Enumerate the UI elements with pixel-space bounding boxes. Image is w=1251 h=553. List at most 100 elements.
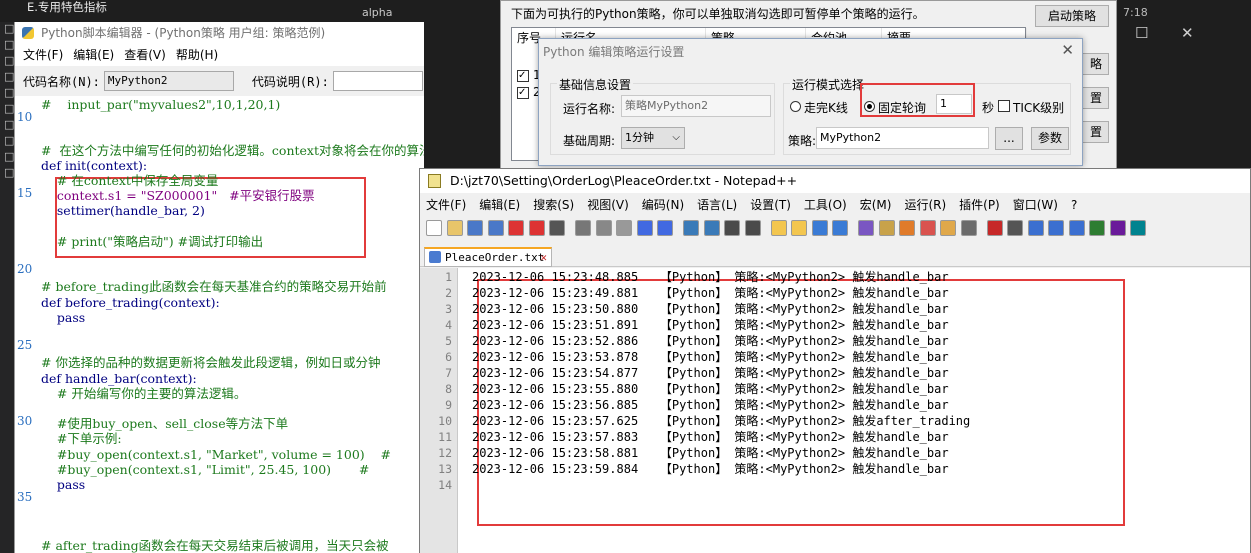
editor-gutter: 10 15 20 25 30 35 [15, 96, 37, 553]
sync-v-icon[interactable] [770, 220, 787, 236]
code-name-input[interactable]: MyPython2 [103, 71, 234, 91]
close-icon[interactable]: ✕ [1181, 24, 1194, 42]
play-icon[interactable] [1027, 220, 1044, 236]
npp-line-number: 9 [445, 398, 452, 412]
copy-icon[interactable] [595, 220, 612, 236]
npp-menu-item[interactable]: 语言(L) [697, 195, 737, 215]
npp-menu-item[interactable]: ? [1071, 195, 1077, 215]
close-icon[interactable] [508, 220, 524, 236]
background-title: E.专用特色指标 [0, 0, 330, 22]
npp-menu-item[interactable]: 工具(O) [804, 195, 847, 215]
close-icon[interactable]: ✕ [1061, 41, 1074, 59]
record-icon[interactable] [986, 220, 1003, 236]
period-select[interactable]: 1分钟 ⌵ [621, 127, 685, 149]
npp-gutter: 1 2 3 4 5 6 7 8 9 10 11 12 13 14 [420, 268, 458, 553]
strip-icon[interactable]: □ [4, 22, 14, 35]
editor-menu-item[interactable]: 查看(V) [124, 44, 166, 66]
params-button[interactable]: 参数 [1031, 127, 1069, 150]
start-strategy-button[interactable]: 启动策略 [1035, 5, 1109, 27]
folder-icon[interactable] [940, 220, 956, 236]
browse-button[interactable]: ... [995, 127, 1023, 150]
zoom-out-icon[interactable] [744, 220, 761, 236]
play-multi-icon[interactable] [1048, 220, 1064, 236]
replace-icon[interactable] [703, 220, 720, 236]
policy-header: 下面为可执行的Python策略，你可以单独取消勾选即可暂停单个策略的运行。 [511, 7, 925, 21]
strip-icon[interactable]: □ [4, 102, 14, 115]
strip-icon[interactable]: □ [4, 86, 14, 99]
sync-h-icon[interactable] [791, 220, 807, 236]
npp-menu-item[interactable]: 窗口(W) [1013, 195, 1058, 215]
monitor-icon[interactable] [960, 220, 977, 236]
radio-kline[interactable] [790, 101, 801, 112]
editor-menu-item[interactable]: 文件(F) [23, 44, 63, 66]
strip-icon[interactable]: □ [4, 38, 14, 51]
strip-icon[interactable]: □ [4, 166, 14, 179]
row-checkbox[interactable]: ✓ [517, 70, 529, 82]
close-tab-icon[interactable]: ✕ [540, 249, 547, 266]
stop-icon[interactable] [1007, 220, 1023, 236]
npp-menu-item[interactable]: 插件(P) [959, 195, 1000, 215]
strategy-input[interactable]: MyPython2 [816, 127, 989, 149]
editor-menu-item[interactable]: 编辑(E) [73, 44, 114, 66]
new-file-icon[interactable] [426, 220, 442, 236]
panel-icon[interactable] [1130, 220, 1146, 236]
npp-line-number: 11 [438, 430, 452, 444]
code-desc-input[interactable] [332, 71, 423, 91]
print-icon[interactable] [549, 220, 565, 236]
code-editor[interactable]: 10 15 20 25 30 35 # input_par("myvalues2",10,… [15, 96, 424, 553]
run-name-input[interactable]: 策略MyPython2 [621, 95, 771, 117]
all-chars-icon[interactable] [832, 220, 848, 236]
npp-menu-item[interactable]: 编辑(E) [479, 195, 520, 215]
wrap-icon[interactable] [811, 220, 828, 236]
npp-menu-item[interactable]: 编码(N) [642, 195, 684, 215]
tab-pleaceorder[interactable]: PleaceOrder.txt ✕ [424, 247, 552, 267]
code-line: def init(context): [41, 157, 148, 173]
spell-icon[interactable] [1089, 220, 1105, 236]
line-number: 15 [17, 186, 33, 200]
npp-title-bar: D:\jzt70\Setting\OrderLog\PleaceOrder.tx… [420, 169, 1250, 193]
strip-icon[interactable]: □ [4, 118, 14, 131]
compare-icon[interactable] [1109, 220, 1126, 236]
strategy-label: 策略: [788, 134, 817, 148]
indent-guide-icon[interactable] [858, 220, 874, 236]
save-icon[interactable] [467, 220, 483, 236]
doc-map-icon[interactable] [899, 220, 915, 236]
lang-icon[interactable] [878, 220, 895, 236]
close-all-icon[interactable] [528, 220, 545, 236]
maximize-icon[interactable]: ☐ [1135, 24, 1148, 42]
strip-icon[interactable]: □ [4, 150, 14, 163]
code-line: #使用buy_open、sell_close等方法下单 [41, 416, 289, 432]
undo-icon[interactable] [636, 220, 653, 236]
save-all-icon[interactable] [487, 220, 504, 236]
strip-icon[interactable]: □ [4, 54, 14, 67]
redo-icon[interactable] [657, 220, 673, 236]
npp-line-number: 2 [445, 286, 452, 300]
npp-menubar: 文件(F) 编辑(E) 搜索(S) 视图(V) 编码(N) 语言(L) 设置(T) 工具(O)… [420, 195, 1090, 215]
row-checkbox[interactable]: ✓ [517, 87, 529, 99]
paste-icon[interactable] [616, 220, 632, 236]
cut-icon[interactable] [575, 220, 591, 236]
strip-icon[interactable]: □ [4, 134, 14, 147]
code-line: # after_trading函数会在每天交易结束后被调用，当天只会被 [41, 537, 389, 553]
code-line: #buy_open(context.s1, "Limit", 25.45, 10… [41, 461, 370, 477]
run-settings-title: Python 编辑策略运行设置 [543, 45, 685, 59]
npp-menu-item[interactable]: 搜索(S) [533, 195, 574, 215]
log-line: 2023-12-06 15:23:57.625 【Python】 策略:<MyP… [472, 414, 971, 428]
save-macro-icon[interactable] [1068, 220, 1085, 236]
npp-editor[interactable]: 1 2 3 4 5 6 7 8 9 10 11 12 13 14 2023-12-06 15:23:48.… [420, 268, 1250, 553]
npp-menu-item[interactable]: 宏(M) [860, 195, 892, 215]
npp-menu-item[interactable]: 设置(T) [750, 195, 791, 215]
editor-menu-item[interactable]: 帮助(H) [176, 44, 218, 66]
code-line: pass [41, 477, 86, 492]
npp-menu-item[interactable]: 视图(V) [587, 195, 629, 215]
tick-checkbox[interactable] [998, 100, 1010, 112]
code-line: context.s1 = "SZ000001" #平安银行股票 [41, 188, 315, 204]
zoom-in-icon[interactable] [724, 220, 740, 236]
strip-icon[interactable]: □ [4, 70, 14, 83]
find-icon[interactable] [683, 220, 699, 236]
func-list-icon[interactable] [919, 220, 936, 236]
npp-menu-item[interactable]: 运行(R) [904, 195, 946, 215]
npp-menu-item[interactable]: 文件(F) [426, 195, 466, 215]
code-line: # input_par("myvalues2",10,1,20,1) [41, 97, 281, 112]
open-file-icon[interactable] [446, 220, 463, 236]
